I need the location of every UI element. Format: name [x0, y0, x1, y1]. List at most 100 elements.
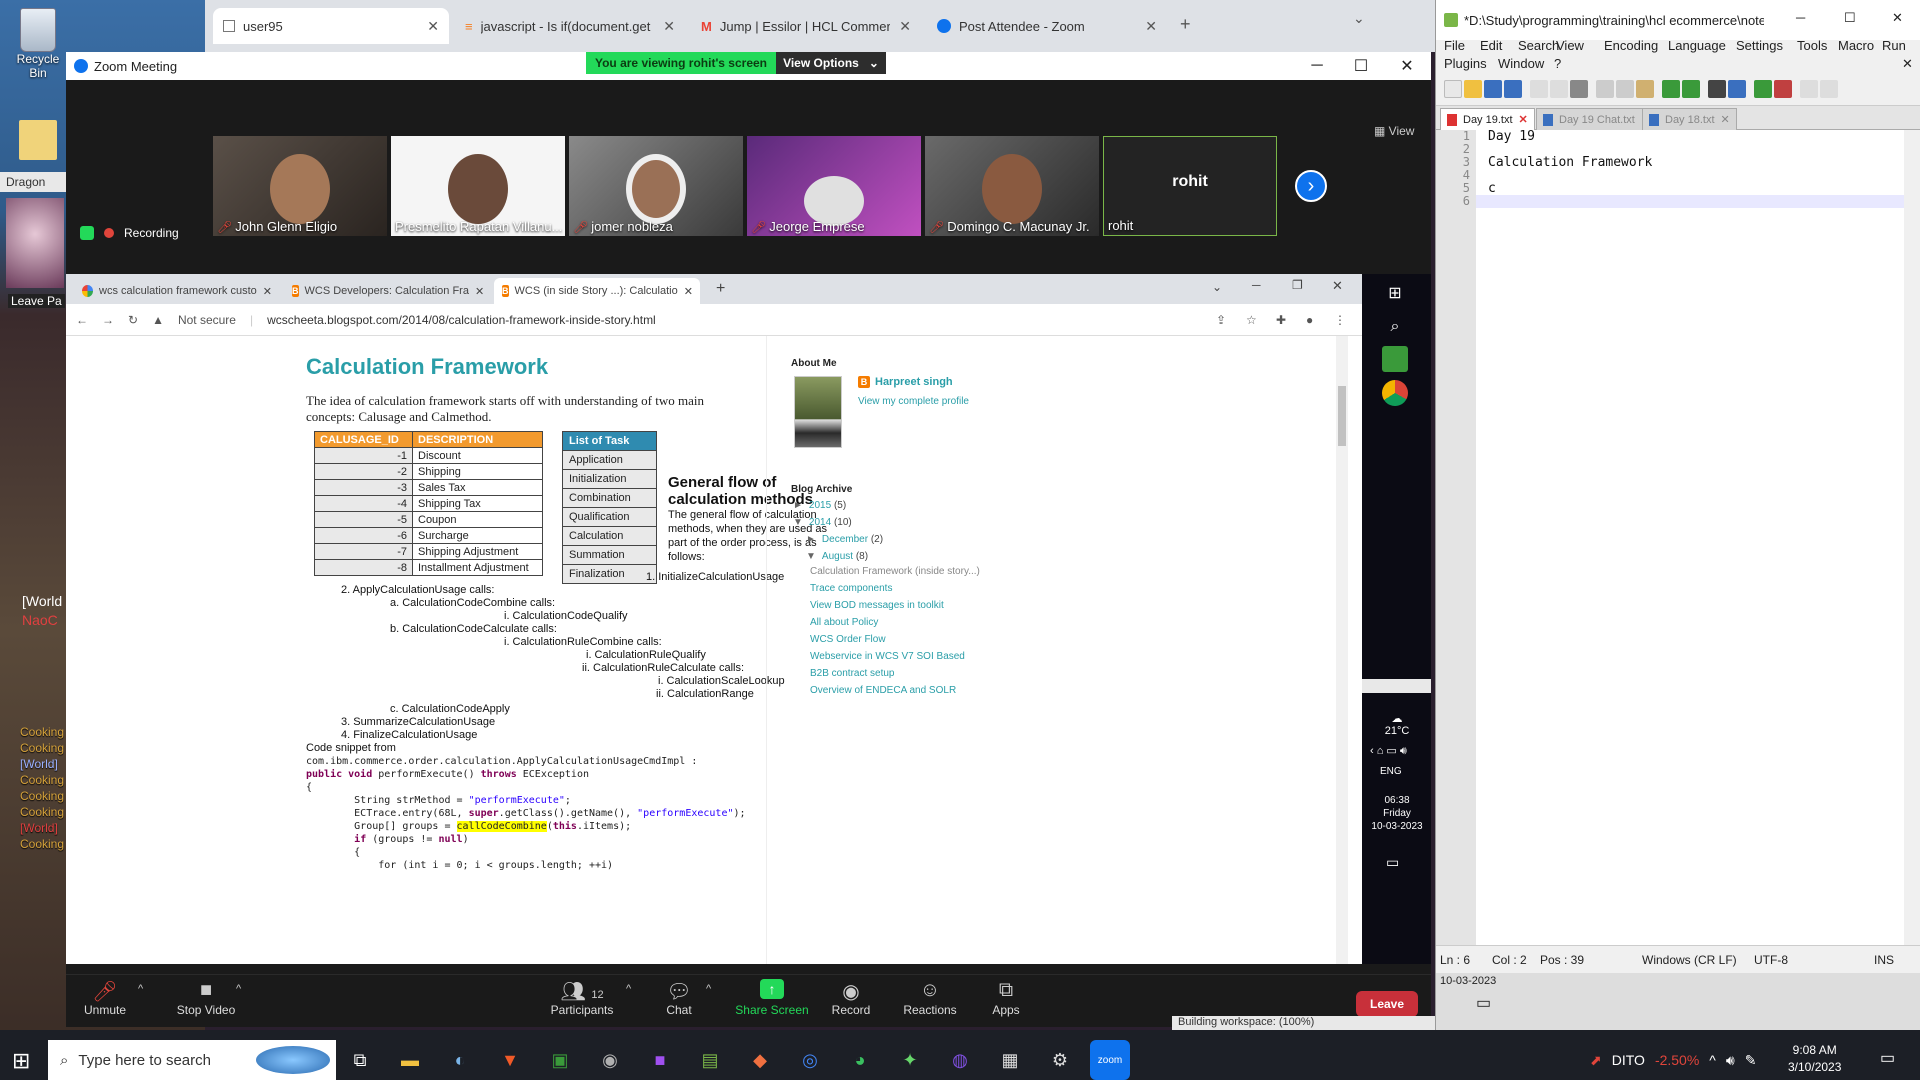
app-icon[interactable]: ▣ — [540, 1040, 580, 1080]
maximize-button[interactable]: ☐ — [1338, 52, 1384, 80]
archive-post[interactable]: View BOD messages in toolkit — [810, 600, 944, 611]
participant-tile[interactable]: 🎤︎ Domingo C. Macunay Jr. — [925, 136, 1099, 236]
close-button[interactable]: ✕ — [1384, 52, 1430, 80]
windows-start-icon[interactable]: ⊞ — [12, 1048, 30, 1074]
chevron-up-icon[interactable]: ^ — [236, 983, 241, 995]
task-view-icon[interactable]: ⧉ — [340, 1040, 380, 1080]
archive-post[interactable]: All about Policy — [810, 617, 878, 628]
file-explorer-icon[interactable]: ▬ — [390, 1040, 430, 1080]
figma-icon[interactable]: ◆ — [740, 1040, 780, 1080]
menu-icon[interactable]: ⋮ — [1334, 313, 1346, 327]
npp-editor[interactable]: 123456 Day 19 Calculation Framework c — [1436, 130, 1920, 945]
close-icon[interactable]: ✕ — [663, 18, 675, 35]
chevron-up-icon[interactable]: ^ — [706, 983, 711, 995]
file-tab[interactable]: Day 19 Chat.txt✕ — [1536, 108, 1658, 130]
replace-icon[interactable] — [1728, 80, 1746, 98]
taskbar-search[interactable]: ⌕ Type here to search — [48, 1040, 336, 1080]
copy-icon[interactable] — [1616, 80, 1634, 98]
notepad-icon[interactable]: ▤ — [690, 1040, 730, 1080]
not-secure-label[interactable]: Not secure — [178, 313, 236, 327]
menu-search[interactable]: Search — [1518, 38, 1559, 53]
close-icon[interactable]: ✕ — [475, 285, 484, 298]
menu-encoding[interactable]: Encoding — [1604, 38, 1658, 53]
minimize-button[interactable]: ─ — [1294, 52, 1340, 80]
zoom-out-icon[interactable] — [1774, 80, 1792, 98]
back-icon[interactable]: ← — [76, 313, 88, 327]
participant-tile[interactable]: 🎤︎ Jeorge Emprese — [747, 136, 921, 236]
close-icon[interactable]: ✕ — [1902, 56, 1913, 72]
chat-icon[interactable]: ▭ — [1476, 993, 1491, 1013]
participants-button[interactable]: 👥︎ 12 Participants — [542, 979, 622, 1017]
chat-button[interactable]: 💬︎ Chat — [654, 979, 704, 1017]
close-icon[interactable]: ✕ — [899, 18, 911, 35]
archive-post[interactable]: Webservice in WCS V7 SOI Based — [810, 651, 965, 662]
notification-icon[interactable]: ▭ — [1880, 1048, 1895, 1068]
archive-post[interactable]: Calculation Framework (inside story...) — [810, 566, 980, 577]
archive-year[interactable]: ► 2015 (5) — [793, 500, 846, 511]
menu-language[interactable]: Language — [1668, 38, 1726, 53]
recycle-bin-icon[interactable]: Recycle Bin — [8, 8, 68, 80]
undo-icon[interactable] — [1662, 80, 1680, 98]
leave-party-button[interactable]: Leave Pa — [8, 294, 65, 308]
find-icon[interactable] — [1708, 80, 1726, 98]
participant-tile[interactable]: 🎤︎ John Glenn Eligio — [213, 136, 387, 236]
stop-video-button[interactable]: ■ Stop Video — [166, 979, 246, 1017]
archive-post[interactable]: Overview of ENDECA and SOLR — [810, 685, 956, 696]
chevron-up-icon[interactable]: ^ — [138, 983, 143, 995]
folder-icon[interactable] — [8, 120, 68, 160]
chrome-tab[interactable]: B WCS (in side Story ...): Calculatio ✕ — [494, 278, 700, 304]
menu-file[interactable]: File — [1444, 38, 1465, 53]
taskbar-scroll[interactable] — [1362, 679, 1431, 693]
chevron-down-icon[interactable]: ⌄ — [1212, 280, 1222, 294]
share-icon[interactable]: ⇪ — [1216, 313, 1226, 327]
close-icon[interactable]: ✕ — [263, 285, 272, 298]
participant-tile[interactable]: Presmelito Rapatan Villanu... — [391, 136, 565, 236]
close-file-icon[interactable] — [1530, 80, 1548, 98]
brave-icon[interactable]: ▼ — [490, 1040, 530, 1080]
author-link[interactable]: B Harpreet singh — [858, 376, 953, 388]
participant-tile[interactable]: 🎤︎ jomer nobleza — [569, 136, 743, 236]
participant-tile[interactable]: rohit rohit — [1103, 136, 1277, 236]
chrome-icon[interactable]: ◎ — [790, 1040, 830, 1080]
menu-settings[interactable]: Settings — [1736, 38, 1783, 53]
forward-icon[interactable]: → — [102, 313, 114, 327]
apps-button[interactable]: ⧉ Apps — [986, 979, 1026, 1017]
expand-icon[interactable]: ► — [793, 500, 803, 511]
archive-post[interactable]: WCS Order Flow — [810, 634, 886, 645]
record-button[interactable]: ◉ Record — [826, 979, 876, 1017]
archive-month[interactable]: ► December (2) — [806, 534, 883, 545]
app-icon[interactable]: ◉ — [590, 1040, 630, 1080]
windows-start-icon[interactable]: ⊞ — [1382, 280, 1408, 306]
menu-edit[interactable]: Edit — [1480, 38, 1502, 53]
profile-icon[interactable]: ● — [1306, 313, 1313, 327]
chrome-tab[interactable]: wcs calculation framework custo ✕ — [74, 278, 280, 304]
volume-icon[interactable]: 🔊︎ — [1726, 1052, 1735, 1069]
reload-icon[interactable]: ↻ — [128, 313, 138, 327]
minimize-button[interactable]: ─ — [1796, 10, 1805, 25]
profile-link[interactable]: View my complete profile — [858, 396, 969, 407]
cut-icon[interactable] — [1596, 80, 1614, 98]
menu-window[interactable]: Window — [1498, 56, 1544, 71]
chevron-down-icon[interactable]: ⌄ — [1353, 10, 1365, 27]
app-icon[interactable]: ⚙ — [1040, 1040, 1080, 1080]
menu-tools[interactable]: Tools — [1797, 38, 1827, 53]
intellij-icon[interactable]: ■ — [640, 1040, 680, 1080]
close-icon[interactable]: ✕ — [427, 18, 439, 35]
close-all-icon[interactable] — [1550, 80, 1568, 98]
reactions-button[interactable]: ☺ Reactions — [900, 979, 960, 1017]
collapse-icon[interactable]: ▼ — [793, 517, 803, 528]
close-icon[interactable]: ✕ — [1519, 113, 1528, 126]
paste-icon[interactable] — [1636, 80, 1654, 98]
view-options-button[interactable]: View Options ⌄ — [776, 52, 886, 74]
taskbar-clock[interactable]: 9:08 AM 3/10/2023 — [1788, 1042, 1841, 1076]
browser-tab[interactable]: user95 ✕ — [213, 8, 449, 44]
save-all-icon[interactable] — [1504, 80, 1522, 98]
chrome-icon[interactable] — [1382, 380, 1408, 406]
profile-photo[interactable] — [794, 376, 842, 448]
zoom-taskbar-icon[interactable]: zoom — [1090, 1040, 1130, 1080]
maximize-button[interactable]: ☐ — [1844, 10, 1856, 26]
extensions-icon[interactable]: ✚ — [1276, 313, 1286, 327]
notification-icon[interactable]: ▭ — [1386, 854, 1399, 871]
print-icon[interactable] — [1570, 80, 1588, 98]
expand-icon[interactable]: ► — [806, 534, 816, 545]
